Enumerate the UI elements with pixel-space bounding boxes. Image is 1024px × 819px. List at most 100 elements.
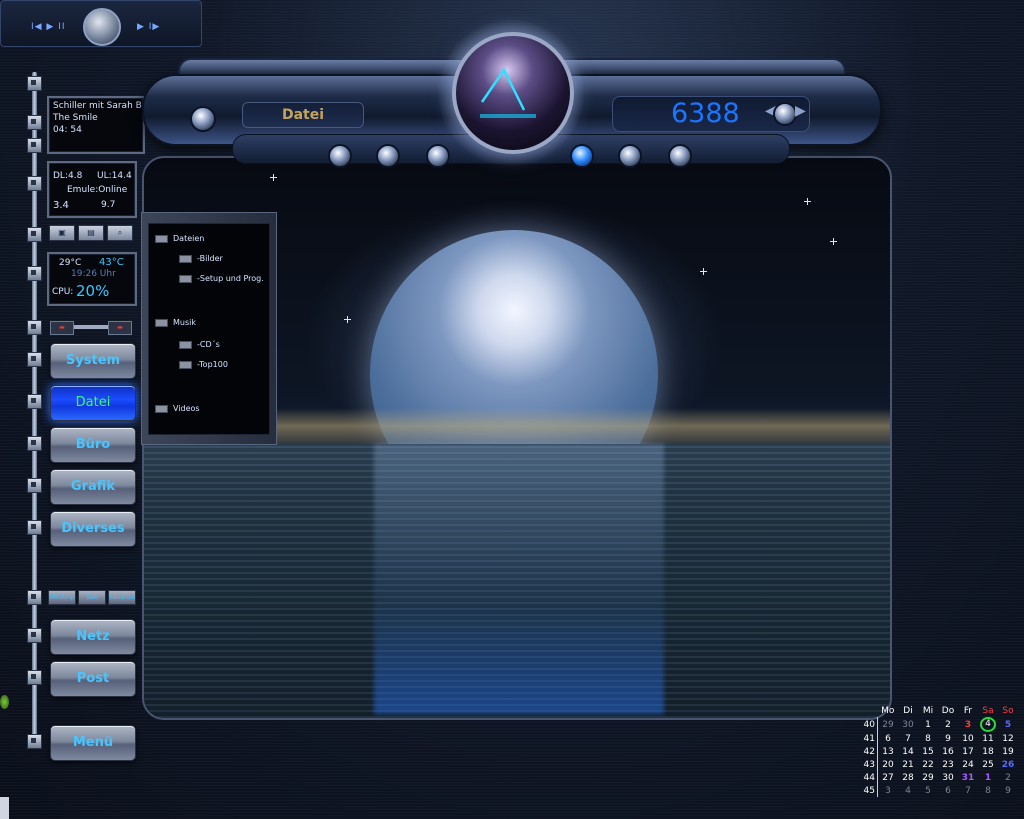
calendar-day[interactable]: 7: [898, 732, 918, 745]
task-button[interactable]: Task: [78, 590, 106, 605]
emule-status: Emule:Online: [67, 185, 128, 195]
tree-label: -CD´s: [197, 340, 220, 349]
tree-item-cds[interactable]: -CD´s: [179, 340, 220, 349]
menu-button-diverses[interactable]: Diverses: [50, 511, 136, 547]
calendar-day[interactable]: 31: [958, 771, 978, 784]
calendar-day[interactable]: 16: [938, 745, 958, 758]
calendar-day[interactable]: 25: [978, 758, 998, 771]
sidebar-rail: [32, 72, 37, 748]
calendar-day[interactable]: 10: [958, 732, 978, 745]
calendar-day[interactable]: 9: [938, 732, 958, 745]
calendar-day[interactable]: 2: [938, 717, 958, 732]
tree-item-top100[interactable]: -Top100: [179, 360, 228, 369]
calendar-day[interactable]: 21: [898, 758, 918, 771]
calendar-day[interactable]: 13: [878, 745, 899, 758]
player-prev-controls[interactable]: I◀ ▶ II: [31, 22, 66, 32]
console-orb-button-3[interactable]: [426, 144, 450, 168]
volume-slider[interactable]: ▬ ▬: [50, 321, 132, 335]
computer-icon[interactable]: ▣: [49, 225, 75, 241]
slider-max-button[interactable]: ▬: [108, 321, 132, 335]
taskbar-stub[interactable]: [0, 797, 9, 819]
calendar-day[interactable]: 1: [978, 771, 998, 784]
temperature-1: 29°C: [59, 258, 82, 268]
player-volume-knob[interactable]: [83, 8, 121, 46]
tree-item-dateien[interactable]: Dateien: [155, 234, 204, 243]
calendar-day[interactable]: 7: [958, 784, 978, 797]
calendar-week-row: 43 20 21 22 23 24 25 26: [859, 758, 1018, 771]
menu-button-menue[interactable]: Menü: [50, 725, 136, 761]
console-orb-button-1[interactable]: [328, 144, 352, 168]
menu-button-datei[interactable]: Datei: [50, 385, 136, 421]
slider-min-button[interactable]: ▬: [50, 321, 74, 335]
tree-item-bilder[interactable]: -Bilder: [179, 254, 223, 263]
console-left-orb-button[interactable]: [190, 106, 216, 132]
menu-button-grafik[interactable]: Grafik: [50, 469, 136, 505]
moon-reflection: [374, 444, 664, 714]
calendar-day[interactable]: 24: [958, 758, 978, 771]
calendar-day[interactable]: 29: [918, 771, 938, 784]
calendar-day[interactable]: 23: [938, 758, 958, 771]
current-section-display: Datei: [242, 102, 364, 128]
calendar-week-number: 44: [859, 771, 878, 784]
clock-sphere[interactable]: [452, 32, 574, 154]
calendar-day-today[interactable]: 4: [978, 717, 998, 732]
calendar-day[interactable]: 30: [938, 771, 958, 784]
tree-item-setup[interactable]: -Setup und Prog.: [179, 274, 264, 283]
arrow-right-icon[interactable]: ▶: [795, 103, 806, 119]
file-tree-panel: Dateien -Bilder -Setup und Prog. Musik -…: [141, 212, 277, 445]
star-icon: [830, 238, 837, 245]
calendar-day[interactable]: 8: [918, 732, 938, 745]
tree-label: Musik: [173, 318, 196, 327]
calendar-day[interactable]: 26: [998, 758, 1018, 771]
sanarize-button[interactable]: Sanarize: [108, 590, 136, 605]
console-orb-button-4[interactable]: [570, 144, 594, 168]
calendar-day[interactable]: 22: [918, 758, 938, 771]
calendar-day[interactable]: 3: [958, 717, 978, 732]
tree-item-videos[interactable]: Videos: [155, 404, 200, 413]
top-console: Datei 6388 ◀ ▶: [142, 20, 882, 168]
calendar-day[interactable]: 2: [998, 771, 1018, 784]
calendar-day[interactable]: 3: [878, 784, 899, 797]
drive-icon[interactable]: ▤: [78, 225, 104, 241]
calendar-day[interactable]: 20: [878, 758, 899, 771]
clock-hands-icon: [480, 67, 536, 118]
calendar-day[interactable]: 30: [898, 717, 918, 732]
calendar-day[interactable]: 11: [978, 732, 998, 745]
calendar-day[interactable]: 6: [938, 784, 958, 797]
menu-button-buero[interactable]: Büro: [50, 427, 136, 463]
rail-node: [27, 436, 42, 451]
calendar-day[interactable]: 6: [878, 732, 899, 745]
calendar-day[interactable]: 18: [978, 745, 998, 758]
calendar-day[interactable]: 1: [918, 717, 938, 732]
calendar-day[interactable]: 5: [998, 717, 1018, 732]
menu-button-netz[interactable]: Netz: [50, 619, 136, 655]
calendar-day[interactable]: 5: [918, 784, 938, 797]
calendar-day[interactable]: 8: [978, 784, 998, 797]
player-next-controls[interactable]: ▶ I▶: [137, 22, 160, 32]
globe-icon[interactable]: [0, 695, 9, 709]
calendar-week-row: 41 6 7 8 9 10 11 12: [859, 732, 1018, 745]
folder-icon: [155, 234, 168, 243]
menu-button-post[interactable]: Post: [50, 661, 136, 697]
calendar-day[interactable]: 28: [898, 771, 918, 784]
upload-rate: UL:14.4: [97, 171, 132, 181]
calendar-day[interactable]: 9: [998, 784, 1018, 797]
counter-value: 6388: [671, 98, 740, 129]
calendar-day[interactable]: 15: [918, 745, 938, 758]
calendar-day[interactable]: 17: [958, 745, 978, 758]
calendar-day[interactable]: 19: [998, 745, 1018, 758]
counter-orb-button[interactable]: [773, 102, 797, 126]
calendar-day[interactable]: 27: [878, 771, 899, 784]
tree-item-musik[interactable]: Musik: [155, 318, 196, 327]
calendar-day[interactable]: 29: [878, 717, 899, 732]
calendar-day[interactable]: 12: [998, 732, 1018, 745]
search-icon[interactable]: ⌕: [107, 225, 133, 241]
calendar-day[interactable]: 4: [898, 784, 918, 797]
console-orb-button-6[interactable]: [668, 144, 692, 168]
console-orb-button-2[interactable]: [376, 144, 400, 168]
calendar-day-header: Mo: [881, 705, 895, 716]
calendar-day[interactable]: 14: [898, 745, 918, 758]
winamp-button[interactable]: WinAmp: [48, 590, 76, 605]
console-orb-button-5[interactable]: [618, 144, 642, 168]
menu-button-system[interactable]: System: [50, 343, 136, 379]
